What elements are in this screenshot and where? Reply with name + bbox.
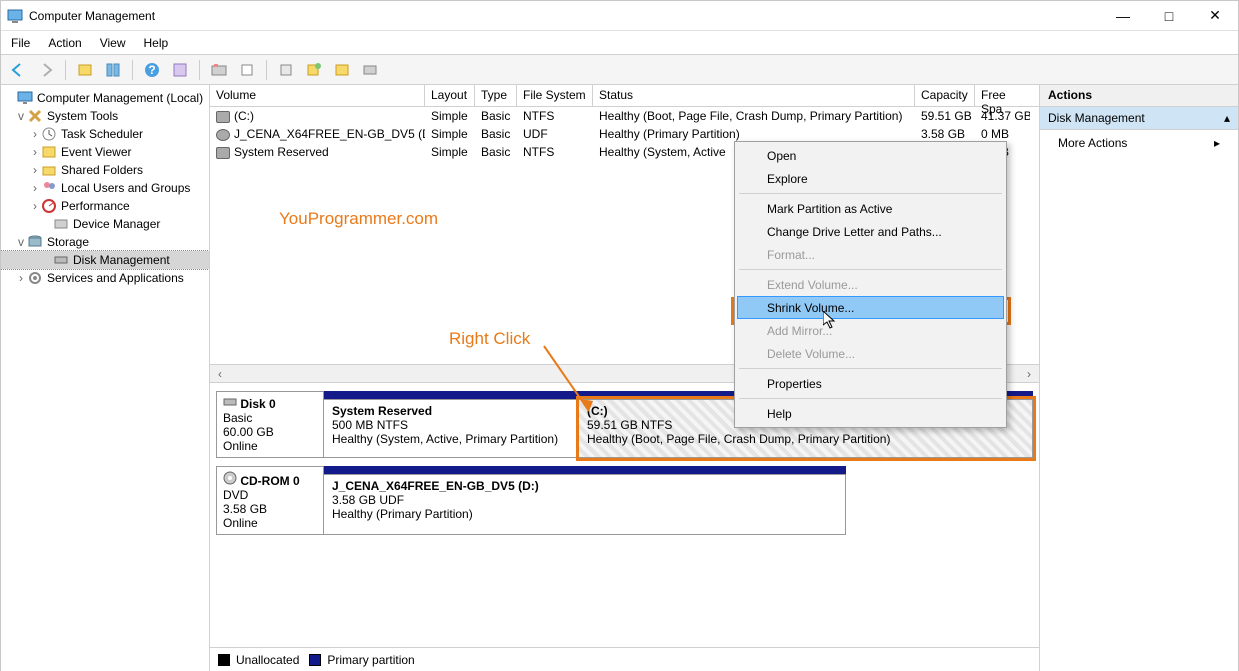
col-fs[interactable]: File System bbox=[517, 85, 593, 106]
actions-pane: Actions Disk Management ▴ More Actions ▸ bbox=[1040, 85, 1238, 671]
back-button[interactable] bbox=[7, 59, 29, 81]
actions-more[interactable]: More Actions ▸ bbox=[1040, 130, 1238, 156]
tree-system-tools[interactable]: vSystem Tools bbox=[1, 107, 209, 125]
legend: Unallocated Primary partition bbox=[210, 647, 1039, 671]
navigation-tree: Computer Management (Local) vSystem Tool… bbox=[1, 85, 210, 671]
legend-swatch-primary bbox=[309, 654, 321, 666]
ctx-format: Format... bbox=[737, 243, 1004, 266]
performance-icon bbox=[41, 198, 57, 214]
toolbar-btn-2[interactable] bbox=[102, 59, 124, 81]
toolbar-btn-6[interactable] bbox=[275, 59, 297, 81]
toolbar-btn-8[interactable] bbox=[359, 59, 381, 81]
tree-disk-management[interactable]: Disk Management bbox=[1, 251, 209, 269]
ctx-change-letter[interactable]: Change Drive Letter and Paths... bbox=[737, 220, 1004, 243]
legend-swatch-unallocated bbox=[218, 654, 230, 666]
computer-icon bbox=[17, 90, 33, 106]
clock-icon bbox=[41, 126, 57, 142]
tree-root[interactable]: Computer Management (Local) bbox=[1, 89, 209, 107]
actions-section[interactable]: Disk Management ▴ bbox=[1040, 107, 1238, 130]
titlebar: Computer Management — □ ✕ bbox=[1, 1, 1238, 31]
toolbar-btn-7[interactable] bbox=[331, 59, 353, 81]
partition-system-reserved[interactable]: System Reserved 500 MB NTFS Healthy (Sys… bbox=[324, 399, 579, 458]
ctx-add-mirror: Add Mirror... bbox=[737, 319, 1004, 342]
ctx-open[interactable]: Open bbox=[737, 144, 1004, 167]
tools-icon bbox=[27, 108, 43, 124]
cd-icon bbox=[216, 129, 230, 141]
cdrom-0-row: CD-ROM 0 DVD 3.58 GB Online J_CENA_X64FR… bbox=[216, 466, 1033, 535]
scroll-right-icon[interactable]: › bbox=[1021, 367, 1037, 381]
menu-view[interactable]: View bbox=[100, 36, 126, 50]
annotation-right-click: Right Click bbox=[449, 329, 530, 349]
col-capacity[interactable]: Capacity bbox=[915, 85, 975, 106]
menu-help[interactable]: Help bbox=[144, 36, 169, 50]
toolbar-btn-3[interactable] bbox=[169, 59, 191, 81]
context-menu: Open Explore Mark Partition as Active Ch… bbox=[734, 141, 1007, 428]
tree-device-manager[interactable]: Device Manager bbox=[1, 215, 209, 233]
watermark: YouProgrammer.com bbox=[279, 209, 438, 229]
close-button[interactable]: ✕ bbox=[1192, 1, 1238, 31]
drive-icon bbox=[216, 147, 230, 159]
tree-services[interactable]: ›Services and Applications bbox=[1, 269, 209, 287]
col-layout[interactable]: Layout bbox=[425, 85, 475, 106]
menu-action[interactable]: Action bbox=[48, 36, 81, 50]
tree-event-viewer[interactable]: ›Event Viewer bbox=[1, 143, 209, 161]
ctx-shrink[interactable]: Shrink Volume... bbox=[737, 296, 1004, 319]
partition-d[interactable]: J_CENA_X64FREE_EN-GB_DV5 (D:) 3.58 GB UD… bbox=[324, 474, 846, 535]
forward-button[interactable] bbox=[35, 59, 57, 81]
device-icon bbox=[53, 216, 69, 232]
volume-row[interactable]: (C:) Simple Basic NTFS Healthy (Boot, Pa… bbox=[210, 107, 1039, 125]
ctx-delete: Delete Volume... bbox=[737, 342, 1004, 365]
event-icon bbox=[41, 144, 57, 160]
tree-storage[interactable]: vStorage bbox=[1, 233, 209, 251]
services-icon bbox=[27, 270, 43, 286]
maximize-button[interactable]: □ bbox=[1146, 1, 1192, 31]
volume-list-header: Volume Layout Type File System Status Ca… bbox=[210, 85, 1039, 107]
scroll-left-icon[interactable]: ‹ bbox=[212, 367, 228, 381]
toolbar-btn-4[interactable] bbox=[208, 59, 230, 81]
toolbar-new-icon[interactable] bbox=[303, 59, 325, 81]
tree-performance[interactable]: ›Performance bbox=[1, 197, 209, 215]
ctx-extend: Extend Volume... bbox=[737, 273, 1004, 296]
col-status[interactable]: Status bbox=[593, 85, 915, 106]
storage-icon bbox=[27, 234, 43, 250]
minimize-button[interactable]: — bbox=[1100, 1, 1146, 31]
app-icon bbox=[7, 8, 23, 24]
tree-shared-folders[interactable]: ›Shared Folders bbox=[1, 161, 209, 179]
cdrom-0-label[interactable]: CD-ROM 0 DVD 3.58 GB Online bbox=[216, 466, 324, 535]
help-button[interactable]: ? bbox=[141, 59, 163, 81]
folder-icon bbox=[41, 162, 57, 178]
chevron-right-icon: ▸ bbox=[1214, 136, 1220, 150]
actions-header: Actions bbox=[1040, 85, 1238, 107]
cd-icon bbox=[223, 471, 237, 485]
disk-icon bbox=[223, 396, 237, 408]
toolbar: ? bbox=[1, 55, 1238, 85]
main-area: Computer Management (Local) vSystem Tool… bbox=[1, 85, 1238, 671]
tree-task-scheduler[interactable]: ›Task Scheduler bbox=[1, 125, 209, 143]
menu-file[interactable]: File bbox=[11, 36, 30, 50]
ctx-mark-active[interactable]: Mark Partition as Active bbox=[737, 197, 1004, 220]
menubar: File Action View Help bbox=[1, 31, 1238, 55]
users-icon bbox=[41, 180, 57, 196]
ctx-explore[interactable]: Explore bbox=[737, 167, 1004, 190]
col-volume[interactable]: Volume bbox=[210, 85, 425, 106]
col-type[interactable]: Type bbox=[475, 85, 517, 106]
tree-local-users[interactable]: ›Local Users and Groups bbox=[1, 179, 209, 197]
col-free[interactable]: Free Spa bbox=[975, 85, 1030, 106]
svg-text:?: ? bbox=[148, 63, 155, 77]
disk-0-label[interactable]: Disk 0 Basic 60.00 GB Online bbox=[216, 391, 324, 458]
collapse-icon: ▴ bbox=[1224, 111, 1230, 125]
toolbar-btn-5[interactable] bbox=[236, 59, 258, 81]
disk-bar-header bbox=[324, 466, 846, 474]
ctx-properties[interactable]: Properties bbox=[737, 372, 1004, 395]
ctx-help[interactable]: Help bbox=[737, 402, 1004, 425]
disk-icon bbox=[53, 252, 69, 268]
toolbar-btn-1[interactable] bbox=[74, 59, 96, 81]
drive-icon bbox=[216, 111, 230, 123]
window-title: Computer Management bbox=[29, 9, 1100, 23]
